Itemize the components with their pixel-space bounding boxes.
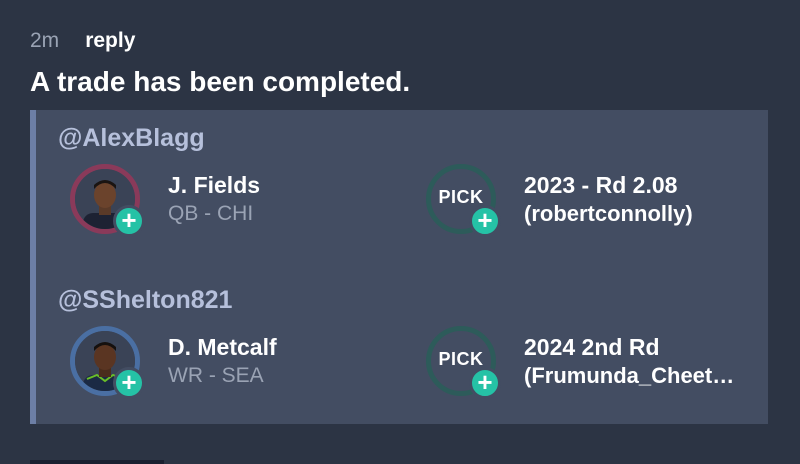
player-name: D. Metcalf [168, 334, 277, 360]
message-text: A trade has been completed. [30, 66, 411, 97]
add-pick-button[interactable]: + [469, 205, 501, 237]
pick-badge: PICK + [426, 326, 501, 399]
pick-badge: PICK + [426, 164, 501, 237]
pick-owner: (Frumunda_Cheet… [524, 363, 735, 388]
player-item-metcalf[interactable]: + D. Metcalf WR - SEA [70, 326, 277, 399]
timestamp: 2m [30, 29, 60, 52]
trade-owner-2[interactable]: @SShelton821 [58, 286, 232, 315]
add-player-button[interactable]: + [113, 205, 145, 237]
player-item-fields[interactable]: + J. Fields QB - CHI [70, 164, 261, 237]
player-avatar-ring: + [70, 164, 145, 237]
add-pick-button[interactable]: + [469, 367, 501, 399]
pick-title: 2023 - Rd 2.08 [524, 172, 678, 198]
pick-item-2024[interactable]: PICK + 2024 2nd Rd (Frumunda_Cheet… [426, 326, 735, 399]
divider-bar [30, 460, 164, 464]
player-position-team: WR - SEA [168, 364, 264, 387]
player-name: J. Fields [168, 172, 261, 198]
pick-owner: (robertconnolly) [524, 201, 693, 226]
reply-button[interactable]: reply [85, 29, 135, 53]
trade-owner-1[interactable]: @AlexBlagg [58, 124, 205, 153]
player-position-team: QB - CHI [168, 202, 254, 225]
message-meta: 2m reply [30, 28, 135, 54]
pick-item-2023[interactable]: PICK + 2023 - Rd 2.08 (robertconnolly) [426, 164, 693, 237]
add-player-button[interactable]: + [113, 367, 145, 399]
player-avatar-ring: + [70, 326, 145, 399]
pick-title: 2024 2nd Rd [524, 334, 660, 360]
trade-card: @AlexBlagg + J. Fields QB - CHI PICK + 2… [30, 110, 768, 424]
